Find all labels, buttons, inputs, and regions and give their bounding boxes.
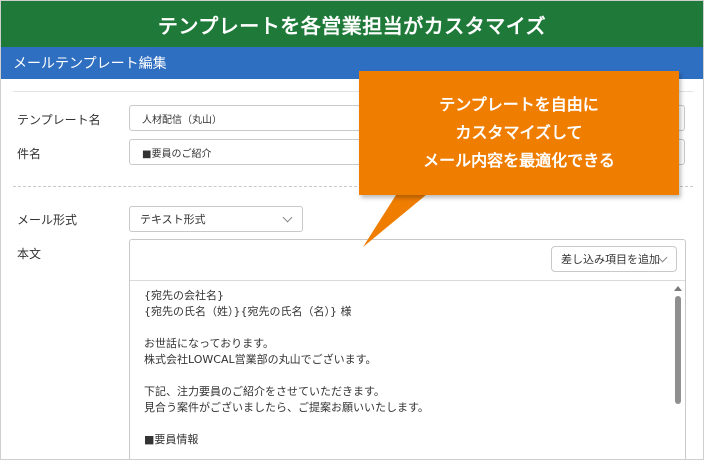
body-line: 株式会社LOWCAL営業部の丸山でございます。 xyxy=(144,353,377,366)
body-label: 本文 xyxy=(17,247,42,261)
editor-toolbar: 差し込み項目を追加 xyxy=(130,240,685,281)
insert-field-button[interactable]: 差し込み項目を追加 xyxy=(551,246,677,272)
scrollbar-thumb[interactable] xyxy=(675,296,681,404)
callout-line: テンプレートを自由に xyxy=(439,95,599,114)
body-blank-line xyxy=(144,368,429,384)
body-blank-line xyxy=(144,320,429,336)
body-line: {宛先の会社名} xyxy=(144,289,224,302)
callout-line: カスタマイズして xyxy=(455,123,583,142)
body-line: {宛先の氏名（姓）}{宛先の氏名（名）} 様 xyxy=(144,305,352,318)
chevron-down-icon xyxy=(282,212,293,223)
body-text[interactable]: {宛先の会社名} {宛先の氏名（姓）}{宛先の氏名（名）} 様お世話になっておりま… xyxy=(144,288,429,448)
subject-label: 件名 xyxy=(17,147,42,161)
body-blank-line xyxy=(144,416,429,432)
screenshot-frame: テンプレートを各営業担当がカスタマイズ メールテンプレート編集 テンプレート名 … xyxy=(0,0,704,460)
scroll-up-icon[interactable] xyxy=(674,286,682,291)
callout-line: メール内容を最適化できる xyxy=(423,151,615,170)
body-line: 見合う案件がございましたら、ご提案お願いいたします。 xyxy=(144,401,429,414)
template-name-value: 人材配信（丸山） xyxy=(142,114,222,126)
body-editor[interactable]: 差し込み項目を追加 {宛先の会社名} {宛先の氏名（姓）}{宛先の氏名（名）} 様… xyxy=(129,239,686,459)
format-select[interactable]: テキスト形式 xyxy=(129,206,303,232)
format-value: テキスト形式 xyxy=(140,213,206,226)
body-line: ■要員情報 xyxy=(144,433,199,446)
banner-title: テンプレートを各営業担当がカスタマイズ xyxy=(1,1,703,47)
body-line: 下記、注力要員のご紹介をさせていただきます。 xyxy=(144,385,385,398)
subject-value: ■要員のご紹介 xyxy=(142,148,212,160)
template-name-label: テンプレート名 xyxy=(17,113,101,127)
format-label: メール形式 xyxy=(17,213,78,227)
section-title: メールテンプレート編集 xyxy=(13,56,167,72)
insert-field-label: 差し込み項目を追加 xyxy=(561,253,660,266)
editor-scrollbar[interactable] xyxy=(674,286,682,459)
body-line: お世話になっております。 xyxy=(144,337,275,350)
callout-box: テンプレートを自由に カスタマイズして メール内容を最適化できる xyxy=(359,71,679,195)
